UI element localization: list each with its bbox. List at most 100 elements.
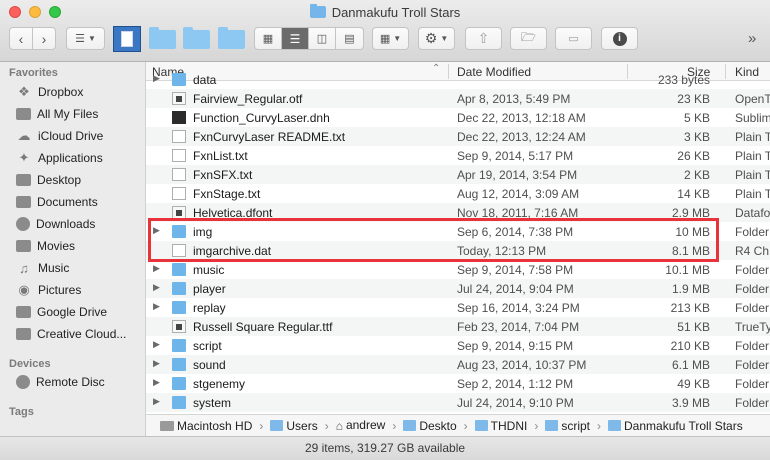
columns-icon: ◫ [316,33,328,45]
file-name: FxnList.txt [193,149,248,163]
sidebar-item-icloud-drive[interactable]: ☁ iCloud Drive [16,126,104,146]
column-view-button[interactable]: ◫ [309,28,336,49]
path-segment[interactable]: Danmakufu Troll Stars [608,419,743,433]
file-row[interactable]: ▶ replay Sep 16, 2014, 3:24 PM 213 KB Folder [146,298,770,317]
file-row[interactable]: Russell Square Regular.ttf Feb 23, 2014, … [146,317,770,336]
get-info-button[interactable]: i [601,27,638,50]
sidebar-item-desktop[interactable]: Desktop [16,170,81,190]
disclosure-triangle-icon[interactable]: ▶ [153,358,160,369]
file-row[interactable]: ▶ script Sep 9, 2014, 9:15 PM 210 KB Folder [146,336,770,355]
file-kind: OpenT [735,92,770,106]
edit-tags-button[interactable]: ▭ [555,27,592,50]
file-date-modified: Today, 12:13 PM [457,244,547,258]
sidebar-item-documents[interactable]: Documents [16,192,98,212]
file-row[interactable]: ▶ player Jul 24, 2014, 9:04 PM 1.9 MB Folder [146,279,770,298]
path-segment[interactable]: Users [270,419,318,433]
action-menu-button[interactable]: ⚙ ▼ [418,27,455,50]
sidebar-heading-devices: Devices [9,358,51,370]
toolbar-folder-shortcut-1[interactable] [146,26,178,51]
applications-icon: ✦ [18,150,30,165]
folder-icon [172,358,186,371]
cover-flow-icon: ▤ [344,33,355,45]
sidebar-item-label: Downloads [36,217,96,231]
file-row[interactable]: FxnStage.txt Aug 12, 2014, 3:09 AM 14 KB Pl… [146,184,770,203]
file-name: Fairview_Regular.otf [193,92,303,106]
sidebar-item-downloads[interactable]: Downloads [16,214,95,234]
file-row[interactable]: Helvetica.dfont Nov 18, 2011, 7:16 AM 2.9 … [146,203,770,222]
sidebar-item-movies[interactable]: Movies [16,236,75,256]
file-row[interactable]: FxnSFX.txt Apr 19, 2014, 3:54 PM 2 KB Plain… [146,165,770,184]
path-segment-label: andrew [345,418,386,432]
arrange-menu-button[interactable]: ☰ ▼ [66,27,105,50]
toolbar-overflow-button[interactable]: » [748,30,756,47]
file-row[interactable]: ▶ stgenemy Sep 2, 2014, 1:12 PM 49 KB Folder [146,374,770,393]
document-icon [121,31,133,47]
disclosure-triangle-icon[interactable]: ▶ [153,225,160,236]
file-name: replay [193,301,226,315]
list-view-button[interactable]: ☰ [282,28,309,49]
sidebar-item-music[interactable]: ♫ Music [16,258,69,278]
toolbar-folder-shortcut-2[interactable] [180,26,212,51]
file-row[interactable]: ▶ data 233 bytes [146,70,770,89]
disclosure-triangle-icon[interactable]: ▶ [153,73,160,84]
path-segment[interactable]: Deskto [403,419,457,433]
documents-icon [16,196,31,208]
file-size: 10.1 MB [665,263,710,277]
file-date-modified: Dec 22, 2013, 12:24 AM [457,130,586,144]
pictures-icon: ◉ [18,282,30,297]
cover-flow-button[interactable]: ▤ [336,28,363,49]
disclosure-triangle-icon[interactable]: ▶ [153,396,160,407]
file-row[interactable]: ▶ music Sep 9, 2014, 7:58 PM 10.1 MB Folder [146,260,770,279]
sidebar-item-dropbox[interactable]: ❖ Dropbox [16,82,83,102]
file-row[interactable]: Fairview_Regular.otf Apr 8, 2013, 5:49 PM… [146,89,770,108]
new-folder-button[interactable]: 🗁 [510,27,547,50]
disclosure-triangle-icon[interactable]: ▶ [153,282,160,293]
sidebar-item-applications[interactable]: ✦ Applications [16,148,103,168]
folder-icon [403,419,417,431]
icon-view-button[interactable]: ▦ [255,28,282,49]
path-segment[interactable]: THDNI [474,419,527,433]
file-kind: R4 Ch [735,244,770,258]
movies-icon [16,240,31,252]
forward-button[interactable]: › [33,28,55,49]
sidebar-item-pictures[interactable]: ◉ Pictures [16,280,81,300]
sidebar-item-all-my-files[interactable]: All My Files [16,104,98,124]
folder-icon [217,26,245,49]
disclosure-triangle-icon[interactable]: ▶ [153,263,160,274]
file-date-modified: Sep 16, 2014, 3:24 PM [457,301,580,315]
file-row[interactable]: ▶ img Sep 6, 2014, 7:38 PM 10 MB Folder [146,222,770,241]
back-button[interactable]: ‹ [10,28,33,49]
share-button[interactable]: ⇧ [465,27,502,50]
disclosure-triangle-icon[interactable]: ▶ [153,339,160,350]
file-row[interactable]: FxnList.txt Sep 9, 2014, 5:17 PM 26 KB Plai… [146,146,770,165]
file-row[interactable]: Function_CurvyLaser.dnh Dec 22, 2013, 12:… [146,108,770,127]
path-segment[interactable]: script [545,419,590,433]
group-by-button[interactable]: ▦ ▼ [372,27,409,50]
folder-icon [172,396,186,409]
file-date-modified: Apr 8, 2013, 5:49 PM [457,92,571,106]
file-name: imgarchive.dat [193,244,272,258]
disclosure-triangle-icon[interactable]: ▶ [153,377,160,388]
music-icon: ♫ [19,260,29,276]
document-icon [172,187,186,200]
toolbar-folder-shortcut-3[interactable] [215,26,247,51]
path-segment[interactable]: ⌂ andrew [336,418,386,433]
downloads-icon [16,217,30,231]
path-segment[interactable]: Macintosh HD [160,419,252,433]
file-row[interactable]: FxnCurvyLaser README.txt Dec 22, 2013, 12… [146,127,770,146]
document-toolbar-button[interactable] [113,26,141,52]
file-date-modified: Jul 24, 2014, 9:04 PM [457,282,574,296]
folder-icon [270,419,284,431]
chevron-right-icon: › [324,418,329,433]
file-kind: Folder [735,282,770,296]
file-row[interactable]: imgarchive.dat Today, 12:13 PM 8.1 MB R4 Ch [146,241,770,260]
sidebar-item-creative-cloud[interactable]: Creative Cloud... [16,324,126,344]
file-kind: Plain T [735,187,770,201]
sidebar-item-google-drive[interactable]: Google Drive [16,302,107,322]
folder-icon [309,4,326,18]
disclosure-triangle-icon[interactable]: ▶ [153,301,160,312]
sidebar-item-remote-disc[interactable]: Remote Disc [16,372,105,392]
file-row[interactable]: ▶ sound Aug 23, 2014, 10:37 PM 6.1 MB Folder [146,355,770,374]
gear-icon: ⚙ [424,30,438,46]
file-row[interactable]: ▶ system Jul 24, 2014, 9:10 PM 3.9 MB Folder [146,393,770,412]
